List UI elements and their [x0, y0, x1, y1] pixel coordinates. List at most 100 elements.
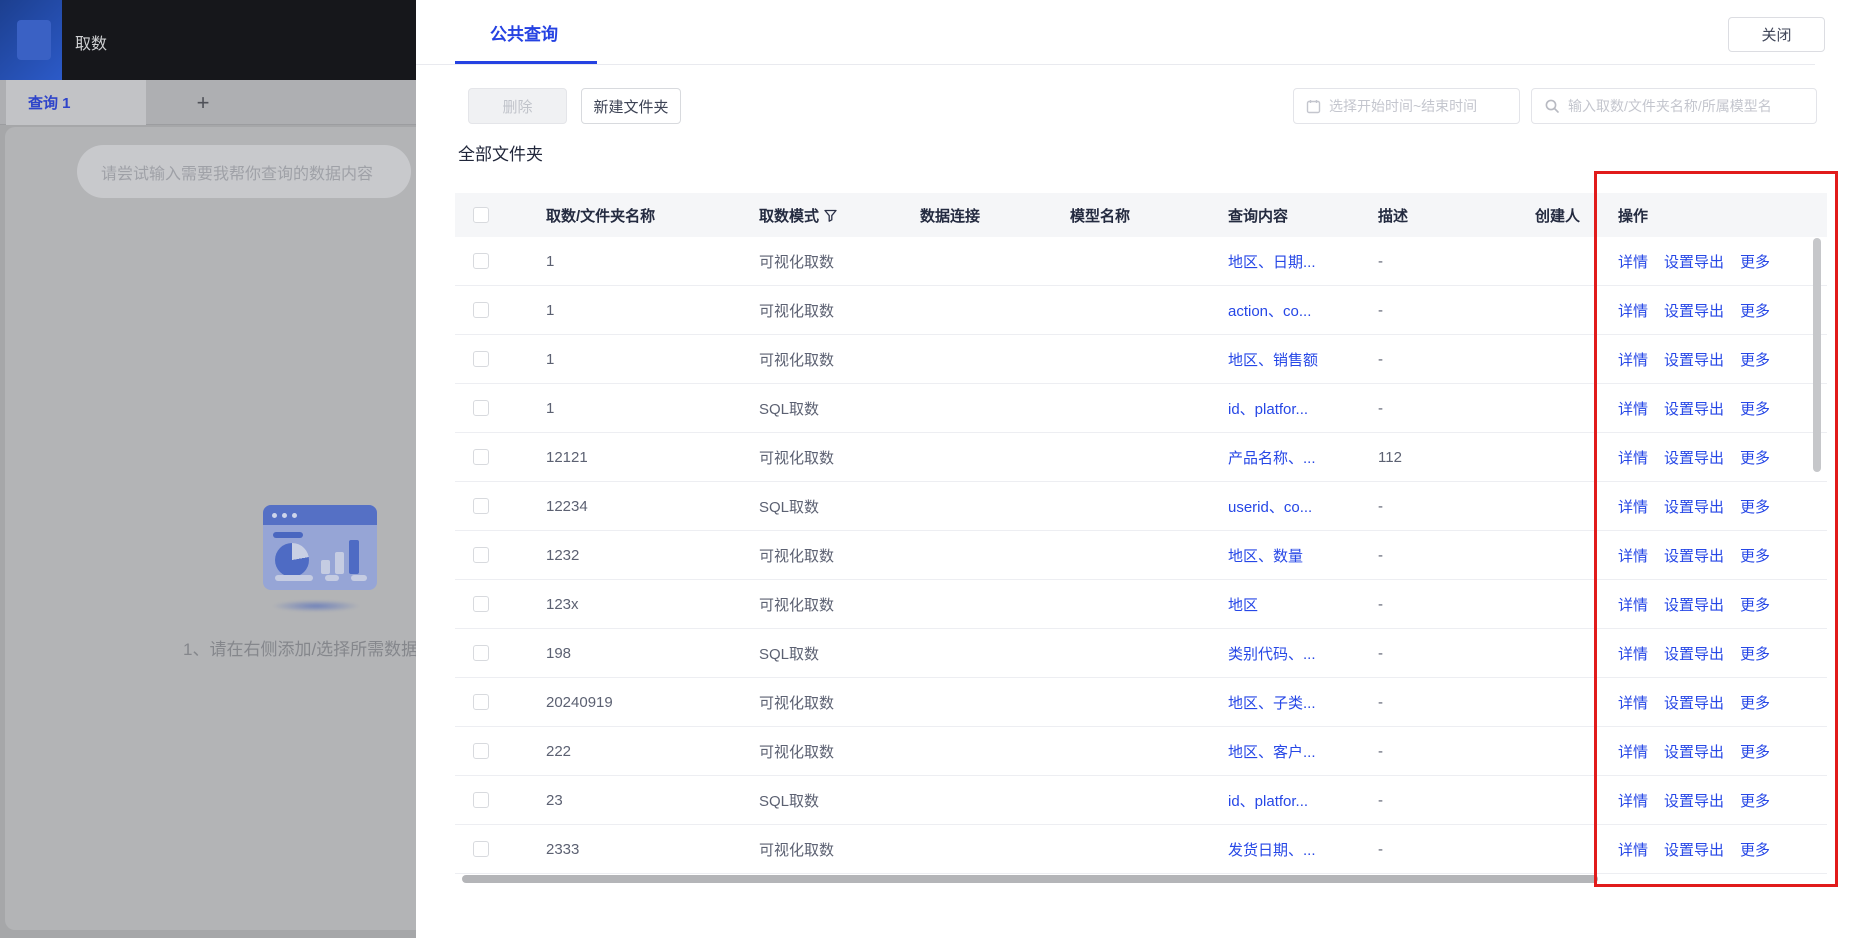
row-checkbox[interactable] [473, 302, 489, 318]
action-detail-link[interactable]: 详情 [1618, 839, 1648, 860]
close-button[interactable]: 关闭 [1728, 17, 1825, 52]
date-range-input[interactable]: 选择开始时间~结束时间 [1293, 88, 1520, 124]
row-name: 222 [546, 742, 572, 760]
action-export-link[interactable]: 设置导出 [1664, 741, 1724, 762]
action-detail-link[interactable]: 详情 [1618, 251, 1648, 272]
ai-query-input[interactable]: 请尝试输入需要我帮你查询的数据内容 [77, 145, 411, 198]
row-checkbox[interactable] [473, 449, 489, 465]
row-checkbox[interactable] [473, 498, 489, 514]
row-checkbox[interactable] [473, 792, 489, 808]
vertical-scrollbar[interactable] [1813, 238, 1821, 472]
header-actions: 操作 [1618, 207, 1649, 225]
row-checkbox[interactable] [473, 596, 489, 612]
action-detail-link[interactable]: 详情 [1618, 643, 1648, 664]
query-workspace: 请尝试输入需要我帮你查询的数据内容 1、请在右侧添加/选择所需数据 [5, 127, 416, 930]
action-export-link[interactable]: 设置导出 [1664, 545, 1724, 566]
row-mode: 可视化取数 [759, 449, 835, 467]
row-name: 1232 [546, 546, 580, 564]
row-checkbox[interactable] [473, 547, 489, 563]
action-more-link[interactable]: 更多 [1740, 692, 1770, 713]
row-desc: - [1378, 693, 1383, 711]
action-detail-link[interactable]: 详情 [1618, 594, 1648, 615]
action-more-link[interactable]: 更多 [1740, 741, 1770, 762]
row-checkbox[interactable] [473, 743, 489, 759]
action-detail-link[interactable]: 详情 [1618, 545, 1648, 566]
row-mode: SQL取数 [759, 400, 820, 418]
row-checkbox[interactable] [473, 400, 489, 416]
row-checkbox[interactable] [473, 694, 489, 710]
dashboard-illustration [263, 505, 377, 590]
row-checkbox[interactable] [473, 253, 489, 269]
tab-query-1[interactable]: 查询 1 [6, 80, 146, 125]
action-export-link[interactable]: 设置导出 [1664, 300, 1724, 321]
row-checkbox[interactable] [473, 351, 489, 367]
row-checkbox[interactable] [473, 841, 489, 857]
query-content-link[interactable]: 发货日期、... [1228, 839, 1316, 860]
action-export-link[interactable]: 设置导出 [1664, 349, 1724, 370]
action-more-link[interactable]: 更多 [1740, 594, 1770, 615]
horizontal-scrollbar[interactable] [462, 875, 1598, 883]
query-content-link[interactable]: 地区、日期... [1228, 251, 1316, 272]
query-content-link[interactable]: 类别代码、... [1228, 643, 1316, 664]
row-desc: - [1378, 301, 1383, 319]
query-content-link[interactable]: id、platfor... [1228, 398, 1308, 419]
sidebar: 取数 查询 1 + 请尝试输入需要我帮你查询的数据内容 1、请在右侧添加/选择所… [0, 0, 416, 938]
action-detail-link[interactable]: 详情 [1618, 692, 1648, 713]
row-desc: - [1378, 497, 1383, 515]
action-detail-link[interactable]: 详情 [1618, 790, 1648, 811]
action-more-link[interactable]: 更多 [1740, 398, 1770, 419]
action-more-link[interactable]: 更多 [1740, 447, 1770, 468]
query-content-link[interactable]: 产品名称、... [1228, 447, 1316, 468]
query-content-link[interactable]: 地区 [1228, 594, 1258, 615]
action-detail-link[interactable]: 详情 [1618, 349, 1648, 370]
delete-button[interactable]: 删除 [468, 88, 567, 124]
new-folder-button[interactable]: 新建文件夹 [581, 88, 681, 124]
action-more-link[interactable]: 更多 [1740, 545, 1770, 566]
query-content-link[interactable]: 地区、销售额 [1228, 349, 1318, 370]
query-content-link[interactable]: 地区、数量 [1228, 545, 1303, 566]
action-export-link[interactable]: 设置导出 [1664, 643, 1724, 664]
tab-active-underline [455, 61, 597, 64]
query-content-link[interactable]: id、platfor... [1228, 790, 1308, 811]
query-content-link[interactable]: 地区、客户... [1228, 741, 1316, 762]
tab-public-query[interactable]: 公共查询 [490, 20, 558, 45]
row-checkbox[interactable] [473, 645, 489, 661]
search-input[interactable]: 输入取数/文件夹名称/所属模型名 [1531, 88, 1817, 124]
action-detail-link[interactable]: 详情 [1618, 300, 1648, 321]
action-more-link[interactable]: 更多 [1740, 790, 1770, 811]
query-content-link[interactable]: action、co... [1228, 300, 1311, 321]
filter-icon[interactable] [824, 209, 837, 222]
bar-chart-icon [321, 540, 359, 574]
action-export-link[interactable]: 设置导出 [1664, 251, 1724, 272]
action-more-link[interactable]: 更多 [1740, 839, 1770, 860]
action-detail-link[interactable]: 详情 [1618, 398, 1648, 419]
add-tab-button[interactable]: + [183, 80, 223, 125]
row-desc: - [1378, 791, 1383, 809]
action-more-link[interactable]: 更多 [1740, 251, 1770, 272]
action-export-link[interactable]: 设置导出 [1664, 692, 1724, 713]
action-export-link[interactable]: 设置导出 [1664, 839, 1724, 860]
action-export-link[interactable]: 设置导出 [1664, 496, 1724, 517]
action-export-link[interactable]: 设置导出 [1664, 790, 1724, 811]
table-row: 20240919 可视化取数 地区、子类... - 详情 设置导出 更多 [455, 678, 1827, 727]
header-query: 查询内容 [1228, 207, 1289, 225]
section-title: 全部文件夹 [458, 145, 543, 164]
query-content-link[interactable]: 地区、子类... [1228, 692, 1316, 713]
action-export-link[interactable]: 设置导出 [1664, 447, 1724, 468]
action-export-link[interactable]: 设置导出 [1664, 594, 1724, 615]
action-more-link[interactable]: 更多 [1740, 496, 1770, 517]
select-all-checkbox[interactable] [473, 207, 489, 223]
table-row: 1 可视化取数 action、co... - 详情 设置导出 更多 [455, 286, 1827, 335]
action-more-link[interactable]: 更多 [1740, 349, 1770, 370]
query-content-link[interactable]: userid、co... [1228, 496, 1312, 517]
row-name: 1 [546, 252, 555, 270]
row-mode: 可视化取数 [759, 841, 835, 859]
action-detail-link[interactable]: 详情 [1618, 741, 1648, 762]
action-export-link[interactable]: 设置导出 [1664, 398, 1724, 419]
action-detail-link[interactable]: 详情 [1618, 496, 1648, 517]
action-more-link[interactable]: 更多 [1740, 643, 1770, 664]
row-mode: 可视化取数 [759, 351, 835, 369]
action-detail-link[interactable]: 详情 [1618, 447, 1648, 468]
action-more-link[interactable]: 更多 [1740, 300, 1770, 321]
app-title: 取数 [75, 36, 108, 53]
